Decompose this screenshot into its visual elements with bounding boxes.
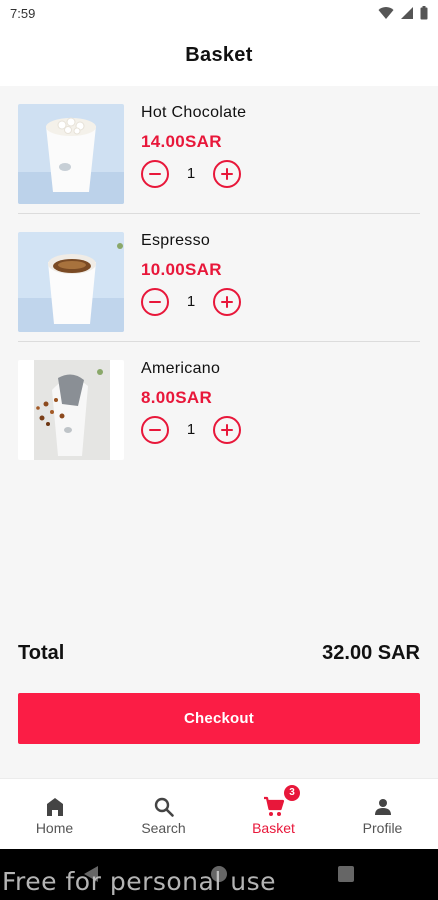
quantity-stepper: 1	[141, 288, 241, 316]
system-nav-bar: Free for personal use	[0, 849, 438, 900]
item-name: Espresso	[141, 232, 211, 249]
cart-count-badge: 3	[284, 785, 300, 801]
home-icon	[46, 798, 63, 816]
quantity-stepper: 1	[141, 160, 241, 188]
battery-icon	[420, 6, 428, 20]
nav-label: Search	[141, 820, 186, 836]
item-name: Americano	[141, 360, 221, 377]
increase-quantity-button[interactable]	[213, 416, 241, 444]
basket-item: Hot Chocolate 14.00SAR 1	[0, 86, 438, 214]
item-name: Hot Chocolate	[141, 104, 247, 121]
app-header: Basket	[0, 30, 438, 86]
basket-item: Americano 8.00SAR 1	[0, 342, 438, 470]
nav-label: Basket	[252, 820, 295, 836]
person-icon	[374, 799, 391, 815]
nav-item-search[interactable]: Search	[109, 779, 218, 850]
decrease-quantity-button[interactable]	[141, 416, 169, 444]
status-time: 7:59	[10, 6, 36, 21]
increase-quantity-button[interactable]	[213, 288, 241, 316]
page-title: Basket	[185, 44, 253, 66]
search-icon	[154, 797, 174, 817]
recents-icon[interactable]	[338, 866, 354, 882]
nav-item-home[interactable]: Home	[0, 779, 109, 850]
status-bar: 7:59	[0, 0, 438, 30]
wifi-icon	[378, 7, 394, 20]
quantity-value: 1	[186, 293, 196, 310]
item-price: 14.00SAR	[141, 132, 222, 151]
nav-item-profile[interactable]: Profile	[328, 779, 437, 850]
status-icons	[378, 6, 428, 20]
increase-quantity-button[interactable]	[213, 160, 241, 188]
nav-label: Home	[35, 820, 74, 836]
espresso-cup-image	[18, 232, 124, 332]
americano-cup-image	[18, 360, 124, 460]
decrease-quantity-button[interactable]	[141, 288, 169, 316]
bottom-nav: Home Search 3 Basket Profile	[0, 778, 438, 849]
nav-item-basket[interactable]: 3 Basket	[219, 779, 328, 850]
quantity-value: 1	[186, 421, 196, 438]
watermark-text: Free for personal use	[2, 867, 276, 896]
total-value: 32.00 SAR	[322, 642, 420, 664]
decrease-quantity-button[interactable]	[141, 160, 169, 188]
basket-item: Espresso 10.00SAR 1	[0, 214, 438, 342]
hot-chocolate-cup-image	[18, 104, 124, 204]
item-price: 8.00SAR	[141, 388, 213, 407]
checkout-button[interactable]: Checkout	[18, 693, 420, 744]
cart-icon	[263, 796, 284, 816]
total-row: Total 32.00 SAR	[18, 642, 420, 668]
signal-icon	[401, 7, 413, 19]
quantity-stepper: 1	[141, 416, 241, 444]
total-label: Total	[18, 642, 65, 664]
quantity-value: 1	[186, 165, 196, 182]
nav-label: Profile	[362, 820, 403, 836]
item-price: 10.00SAR	[141, 260, 222, 279]
